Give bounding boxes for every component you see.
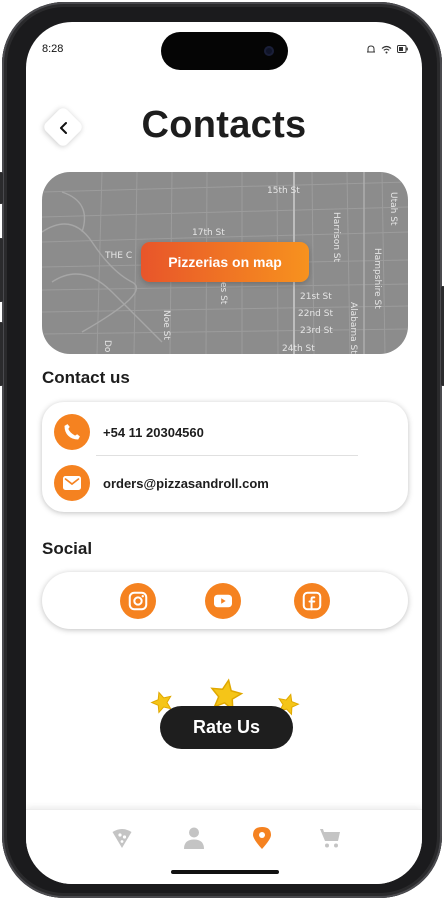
phone-number: +54 11 20304560 <box>103 424 204 440</box>
notification-bell-icon <box>367 45 375 53</box>
contact-section-title: Contact us <box>42 368 130 387</box>
rate-us-button[interactable]: Rate Us <box>160 706 293 749</box>
map-street-label: es St <box>218 282 228 305</box>
email-address: orders@pizzasandroll.com <box>103 475 269 491</box>
social-card <box>42 572 408 629</box>
map-street-label: Harrison St <box>331 212 341 263</box>
battery-icon <box>397 45 408 53</box>
tab-bar <box>26 809 422 884</box>
volume-down-button <box>0 322 3 386</box>
camera-icon <box>264 46 274 56</box>
map-street-label: 15th St <box>267 186 300 196</box>
user-icon <box>184 827 204 849</box>
pizzerias-on-map-button[interactable]: Pizzerias on map <box>141 242 309 282</box>
volume-up-button <box>0 238 3 302</box>
phone-row[interactable]: +54 11 20304560 <box>54 414 204 450</box>
map-street-label: Noe St <box>161 310 171 340</box>
instagram-icon[interactable] <box>120 583 156 619</box>
email-row[interactable]: orders@pizzasandroll.com <box>54 465 269 501</box>
map-street-label: THE C <box>105 251 133 261</box>
tab-location[interactable] <box>248 824 276 852</box>
map-street-label: 21st St <box>300 292 332 302</box>
contact-card: +54 11 20304560 orders@pizzasandroll.com <box>42 402 408 512</box>
status-icons <box>366 44 408 54</box>
map-street-label: 24th St <box>282 344 315 354</box>
phone-frame: 8:28 Contacts 15th St 17th St THE C es S… <box>0 2 444 898</box>
divider <box>96 455 358 456</box>
tab-cart[interactable] <box>316 824 344 852</box>
action-button <box>0 172 3 204</box>
home-indicator[interactable] <box>171 870 279 874</box>
social-section-title: Social <box>42 539 93 558</box>
pizza-icon <box>112 829 132 848</box>
tab-pizza[interactable] <box>108 824 136 852</box>
youtube-icon[interactable] <box>205 583 241 619</box>
page-title: Contacts <box>141 104 307 146</box>
screen: 8:28 Contacts 15th St 17th St THE C es S… <box>26 22 422 884</box>
map-street-label: Do <box>102 340 112 353</box>
dynamic-island <box>161 32 288 70</box>
facebook-icon[interactable] <box>294 583 330 619</box>
location-pin-icon <box>253 827 271 849</box>
map-street-label: Utah St <box>388 192 398 226</box>
map-street-label: 22nd St <box>298 309 333 319</box>
map-street-label: 17th St <box>192 228 225 238</box>
map-street-label: Hampshire St <box>372 248 382 309</box>
map-street-label: 23rd St <box>300 326 333 336</box>
wifi-icon <box>381 45 392 53</box>
status-time: 8:28 <box>42 43 64 55</box>
tab-profile[interactable] <box>180 824 208 852</box>
cart-icon <box>320 829 340 848</box>
map-street-label: Alabama St <box>348 302 358 354</box>
mail-icon <box>54 465 90 501</box>
phone-icon <box>54 414 90 450</box>
